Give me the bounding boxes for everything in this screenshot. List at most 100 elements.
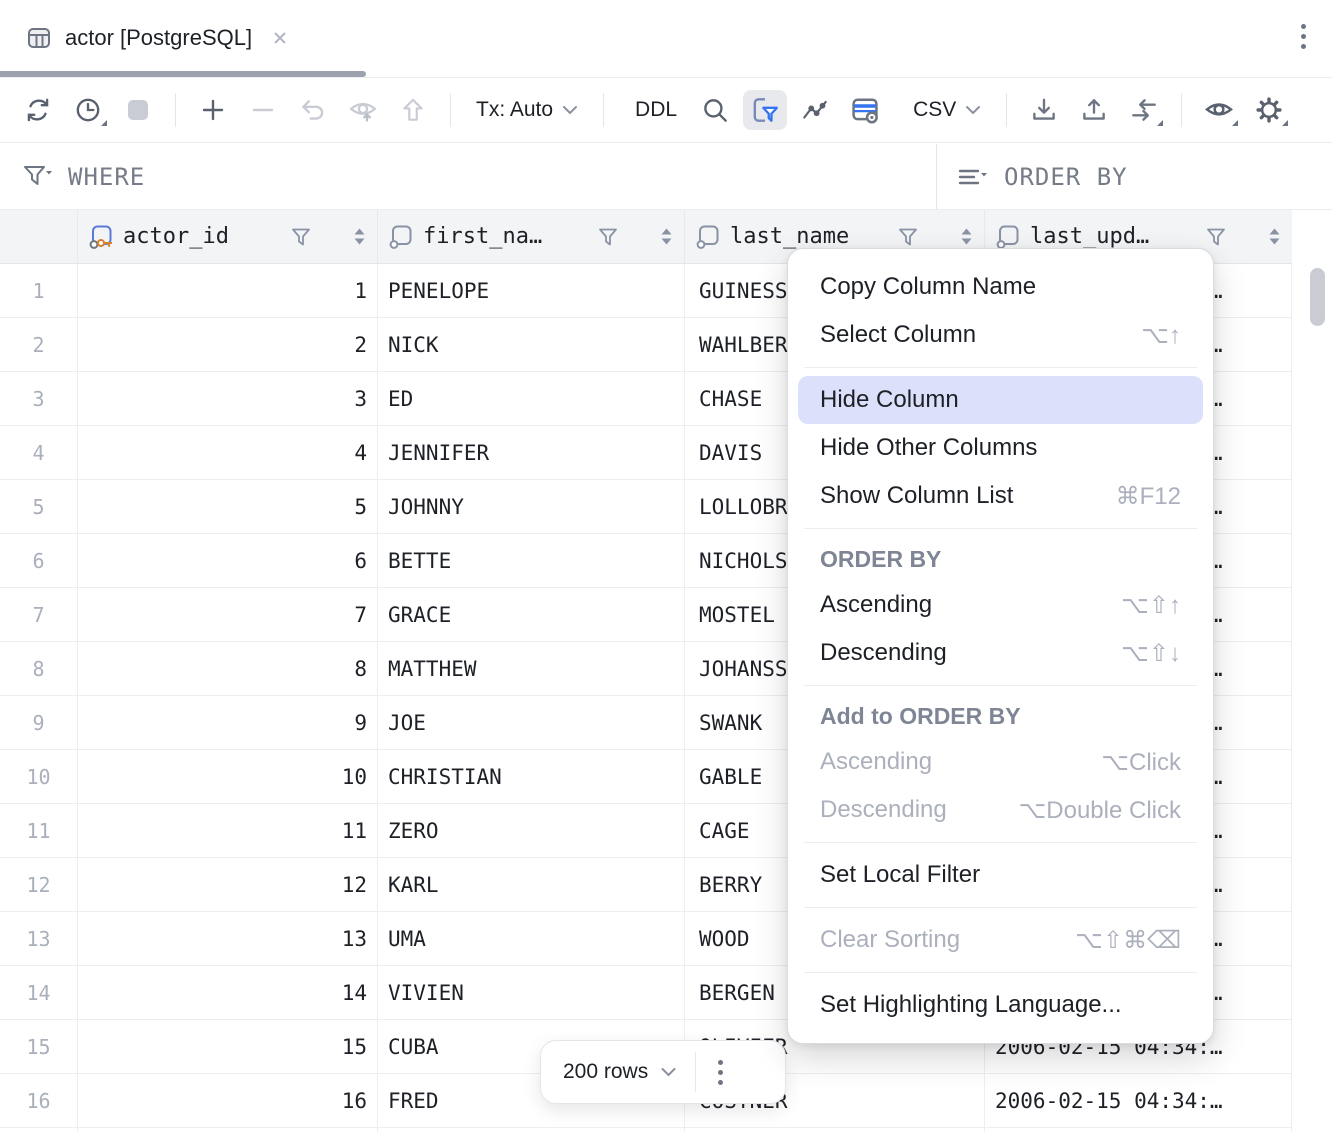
cell-actor-id[interactable]: 8 xyxy=(78,642,378,695)
table-view-icon[interactable] xyxy=(843,90,887,130)
cell-actor-id[interactable]: 4 xyxy=(78,426,378,479)
undo-icon[interactable] xyxy=(291,90,335,130)
row-number[interactable]: 10 xyxy=(0,750,78,803)
row-number[interactable]: 13 xyxy=(0,912,78,965)
order-by-field[interactable]: ORDER BY xyxy=(950,144,1134,209)
filter-columns-icon[interactable] xyxy=(743,90,787,130)
cell-last-update[interactable]: 2006-02-15 04:34:… xyxy=(985,1074,1292,1127)
menu-item-order-by-descending[interactable]: Descending ⌥⇧↓ xyxy=(798,629,1203,677)
pill-options-kebab-icon[interactable] xyxy=(708,1060,733,1085)
column-sort-icon[interactable] xyxy=(661,228,672,245)
row-number[interactable]: 2 xyxy=(0,318,78,371)
cell-actor-id[interactable]: 2 xyxy=(78,318,378,371)
cell-actor-id[interactable]: 12 xyxy=(78,858,378,911)
tx-mode-dropdown[interactable]: Tx: Auto xyxy=(466,98,588,122)
row-number[interactable]: 7 xyxy=(0,588,78,641)
menu-item-order-by-ascending[interactable]: Ascending ⌥⇧↑ xyxy=(798,581,1203,629)
search-icon[interactable] xyxy=(693,90,737,130)
column-sort-icon[interactable] xyxy=(961,228,972,245)
menu-item-set-highlighting-language[interactable]: Set Highlighting Language... xyxy=(798,981,1203,1029)
cell-actor-id[interactable]: 9 xyxy=(78,696,378,749)
row-number[interactable]: 4 xyxy=(0,426,78,479)
row-number[interactable]: 8 xyxy=(0,642,78,695)
export-icon[interactable] xyxy=(1072,90,1116,130)
cell-first-name[interactable]: NICK xyxy=(378,318,685,371)
row-number[interactable]: 12 xyxy=(0,858,78,911)
cell-last-update[interactable] xyxy=(985,1128,1292,1132)
preview-changes-icon[interactable] xyxy=(341,90,385,130)
vertical-scrollbar-thumb[interactable] xyxy=(1310,268,1325,326)
cell-first-name[interactable]: JENNIFER xyxy=(378,426,685,479)
menu-item-clear-sorting[interactable]: Clear Sorting ⌥⇧⌘⌫ xyxy=(798,916,1203,964)
menu-item-add-order-by-ascending[interactable]: Ascending ⌥Click xyxy=(798,738,1203,786)
editor-options-kebab-icon[interactable] xyxy=(1301,24,1306,49)
query-history-icon[interactable] xyxy=(66,90,110,130)
where-filter-field[interactable]: WHERE xyxy=(16,144,151,209)
cell-actor-id[interactable]: 16 xyxy=(78,1074,378,1127)
cell-first-name[interactable]: BETTE xyxy=(378,534,685,587)
column-sort-icon[interactable] xyxy=(1269,228,1280,245)
import-icon[interactable] xyxy=(1022,90,1066,130)
menu-item-add-order-by-descending[interactable]: Descending ⌥Double Click xyxy=(798,786,1203,834)
cell-actor-id[interactable]: 5 xyxy=(78,480,378,533)
row-number[interactable]: 14 xyxy=(0,966,78,1019)
refresh-icon[interactable] xyxy=(16,90,60,130)
row-number[interactable]: 9 xyxy=(0,696,78,749)
cell-actor-id[interactable] xyxy=(78,1128,378,1132)
cell-actor-id[interactable]: 11 xyxy=(78,804,378,857)
cell-actor-id[interactable]: 15 xyxy=(78,1020,378,1073)
cell-first-name[interactable]: KARL xyxy=(378,858,685,911)
cell-first-name[interactable]: JOE xyxy=(378,696,685,749)
add-row-icon[interactable] xyxy=(191,90,235,130)
cell-first-name[interactable]: PENELOPE xyxy=(378,264,685,317)
row-number[interactable]: 3 xyxy=(0,372,78,425)
row-number[interactable]: 15 xyxy=(0,1020,78,1073)
cell-actor-id[interactable]: 7 xyxy=(78,588,378,641)
view-options-icon[interactable] xyxy=(1197,90,1241,130)
submit-icon[interactable] xyxy=(391,90,435,130)
menu-item-select-column[interactable]: Select Column ⌥↑ xyxy=(798,311,1203,359)
row-number[interactable]: 16 xyxy=(0,1074,78,1127)
row-number[interactable] xyxy=(0,1128,78,1132)
close-tab-icon[interactable] xyxy=(271,29,289,47)
cell-first-name[interactable]: UMA xyxy=(378,912,685,965)
column-header-actor-id[interactable]: actor_id xyxy=(78,210,378,263)
column-filter-icon[interactable] xyxy=(1205,226,1227,248)
column-header-first-name[interactable]: first_na… xyxy=(378,210,685,263)
column-sort-icon[interactable] xyxy=(354,228,365,245)
cell-actor-id[interactable]: 10 xyxy=(78,750,378,803)
cell-actor-id[interactable]: 13 xyxy=(78,912,378,965)
stop-icon[interactable] xyxy=(116,90,160,130)
cell-actor-id[interactable]: 14 xyxy=(78,966,378,1019)
column-filter-icon[interactable] xyxy=(897,226,919,248)
row-number[interactable]: 11 xyxy=(0,804,78,857)
row-number[interactable]: 5 xyxy=(0,480,78,533)
cell-first-name[interactable]: ED xyxy=(378,372,685,425)
cell-actor-id[interactable]: 1 xyxy=(78,264,378,317)
tab-actor-postgresql[interactable]: actor [PostgreSQL] xyxy=(18,12,297,64)
export-format-dropdown[interactable]: CSV xyxy=(903,98,991,122)
chart-icon[interactable] xyxy=(793,90,837,130)
page-size-dropdown[interactable]: 200 rows xyxy=(557,1060,683,1084)
menu-item-hide-other-columns[interactable]: Hide Other Columns xyxy=(798,424,1203,472)
cell-first-name[interactable]: MATTHEW xyxy=(378,642,685,695)
cell-first-name[interactable]: JOHNNY xyxy=(378,480,685,533)
row-number[interactable]: 1 xyxy=(0,264,78,317)
menu-item-show-column-list[interactable]: Show Column List ⌘F12 xyxy=(798,472,1203,520)
compare-icon[interactable] xyxy=(1122,90,1166,130)
cell-actor-id[interactable]: 3 xyxy=(78,372,378,425)
cell-first-name[interactable]: GRACE xyxy=(378,588,685,641)
menu-item-hide-column[interactable]: Hide Column xyxy=(798,376,1203,424)
cell-first-name[interactable]: ZERO xyxy=(378,804,685,857)
cell-first-name[interactable]: CHRISTIAN xyxy=(378,750,685,803)
cell-last-name[interactable] xyxy=(685,1128,985,1132)
delete-row-icon[interactable] xyxy=(241,90,285,130)
settings-gear-icon[interactable] xyxy=(1247,90,1291,130)
menu-item-set-local-filter[interactable]: Set Local Filter xyxy=(798,851,1203,899)
menu-item-copy-column-name[interactable]: Copy Column Name xyxy=(798,263,1203,311)
cell-first-name[interactable]: VIVIEN xyxy=(378,966,685,1019)
row-number-header[interactable] xyxy=(0,210,78,263)
row-number[interactable]: 6 xyxy=(0,534,78,587)
ddl-button[interactable]: DDL xyxy=(625,98,687,122)
cell-actor-id[interactable]: 6 xyxy=(78,534,378,587)
